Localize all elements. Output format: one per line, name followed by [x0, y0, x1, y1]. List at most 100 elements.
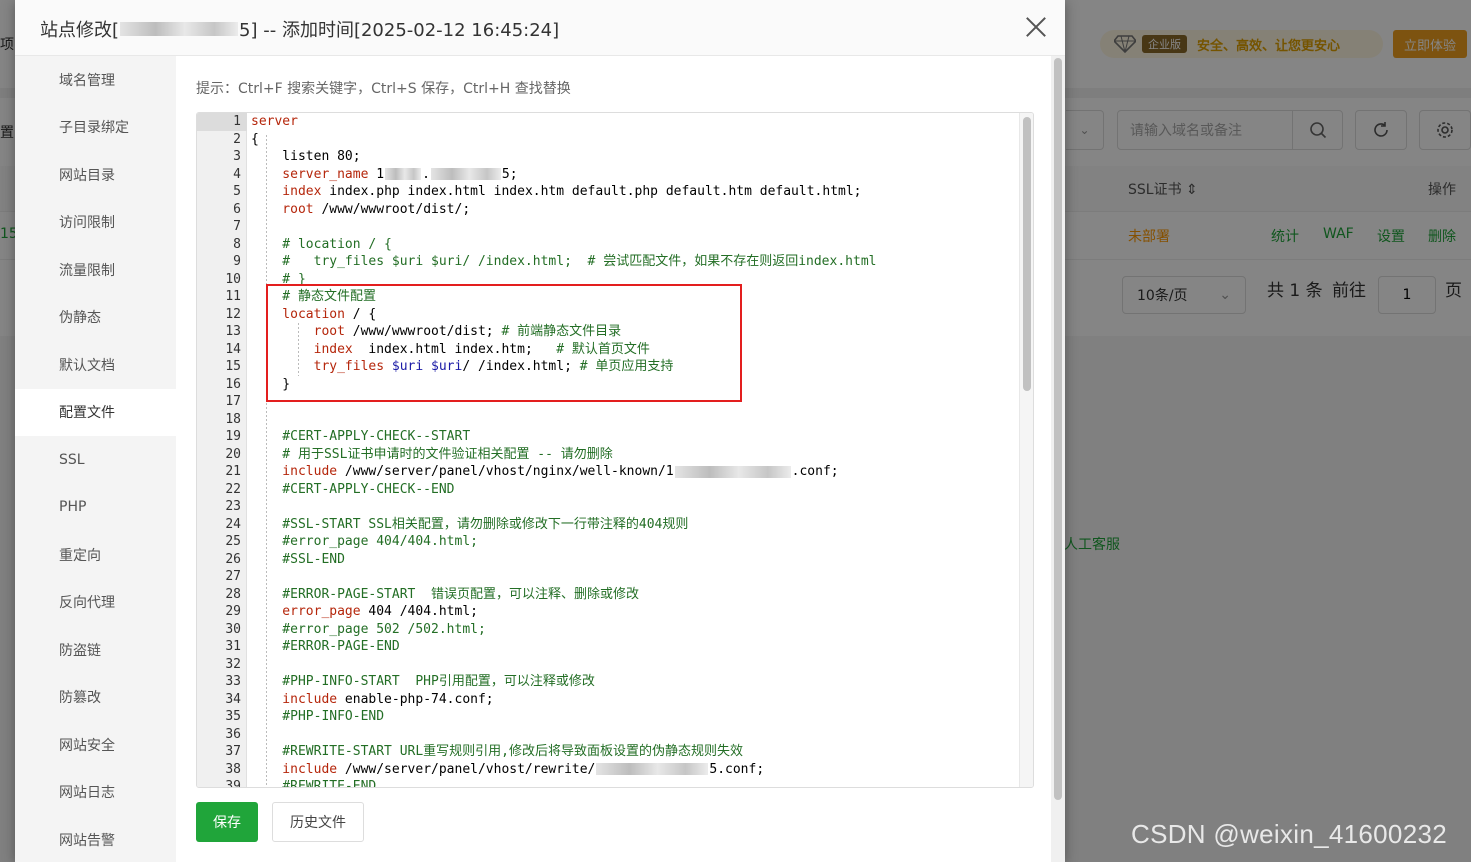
- code-token: 5;: [501, 166, 518, 182]
- code-line: include enable-php-74.conf;: [251, 691, 494, 709]
- save-button[interactable]: 保存: [196, 802, 258, 842]
- line-number: 6: [233, 201, 241, 217]
- code-token: $uri $uri: [391, 359, 463, 374]
- sidebar-item[interactable]: 防盗链: [15, 626, 176, 673]
- code-token: root: [251, 201, 322, 217]
- line-number: 10: [225, 271, 241, 287]
- line-number: 31: [225, 639, 241, 654]
- watermark: CSDN @weixin_41600232: [1131, 819, 1447, 849]
- line-number: 22: [225, 481, 241, 497]
- code-token: 1: [376, 166, 385, 182]
- code-token: / {: [352, 306, 377, 322]
- indent-guide: [298, 323, 299, 376]
- line-number: 4: [233, 166, 241, 182]
- code-token: # }: [251, 271, 306, 287]
- code-editor[interactable]: 1 2 3 4 5 6 7 8 9 10 11 12 13 14 15 16 17 18 19 20 21 22 23 24 2…: [196, 112, 1034, 788]
- line-number: 1: [233, 114, 241, 129]
- sidebar-item[interactable]: 流量限制: [15, 246, 176, 293]
- line-number: 12: [225, 306, 241, 322]
- redacted-text: [596, 763, 709, 775]
- line-number: 11: [225, 289, 241, 304]
- code-line: #ERROR-PAGE-START 错误页配置，可以注释、删除或修改: [251, 586, 639, 604]
- code-line: location / {: [251, 306, 376, 324]
- code-token: 5.conf;: [709, 761, 765, 777]
- code-line: error_page 404 /404.html;: [251, 603, 478, 621]
- code-token: error_page: [251, 604, 369, 619]
- line-number: 16: [225, 376, 241, 392]
- line-number: 29: [225, 604, 241, 619]
- code-line: #REWRITE-END: [251, 778, 376, 787]
- code-line: #CERT-APPLY-CHECK--END: [251, 481, 454, 499]
- history-file-button[interactable]: 历史文件: [272, 802, 364, 842]
- line-number: 5: [233, 184, 241, 199]
- sidebar-item[interactable]: 域名管理: [15, 56, 176, 103]
- modal-header: 站点修改[5] -- 添加时间[2025-02-12 16:45:24]: [15, 0, 1065, 56]
- sidebar-item[interactable]: 访问限制: [15, 199, 176, 246]
- code-line: root /www/wwwroot/dist; # 前端静态文件目录: [251, 323, 622, 341]
- sidebar-item[interactable]: 重定向: [15, 531, 176, 578]
- code-token: index: [251, 184, 330, 199]
- code-token: /www/server/panel/vhost/rewrite/: [344, 761, 596, 777]
- editor-scroll-thumb[interactable]: [1023, 117, 1031, 391]
- redacted-domain: [120, 22, 239, 36]
- line-number: 15: [225, 359, 241, 374]
- line-number: 21: [225, 464, 241, 479]
- line-number: 14: [225, 341, 241, 357]
- sidebar-item[interactable]: 网站日志: [15, 769, 176, 816]
- sidebar-item[interactable]: 网站安全: [15, 721, 176, 768]
- sidebar-item[interactable]: 子目录绑定: [15, 104, 176, 151]
- code-line: include /www/server/panel/vhost/nginx/we…: [251, 463, 838, 481]
- modal-scroll-thumb[interactable]: [1054, 58, 1062, 800]
- indent-guide: [266, 134, 267, 787]
- code-token: enable-php-74.conf;: [344, 691, 494, 707]
- code-token: index: [251, 341, 369, 357]
- line-number: 34: [225, 691, 241, 707]
- title-prefix: 站点修改[: [40, 20, 120, 41]
- code-token: try_files: [251, 359, 392, 374]
- sidebar-item[interactable]: 反向代理: [15, 579, 176, 626]
- line-number: 39: [225, 779, 241, 788]
- code-token: #PHP-INFO-START PHP引用配置，可以注释或修改: [251, 674, 595, 689]
- code-line: #PHP-INFO-END: [251, 708, 384, 726]
- sidebar-item[interactable]: 网站目录: [15, 151, 176, 198]
- code-line: # location / {: [251, 236, 392, 254]
- line-number: 9: [233, 254, 241, 269]
- code-line: #SSL-START SSL相关配置，请勿删除或修改下一行带注释的404规则: [251, 516, 688, 534]
- sidebar-item[interactable]: 配置文件: [15, 388, 177, 436]
- line-number: 30: [225, 621, 241, 637]
- line-number: 24: [225, 516, 241, 532]
- redacted-text: [674, 465, 791, 478]
- close-icon[interactable]: [1021, 12, 1051, 42]
- editor-scrollbar[interactable]: [1019, 113, 1033, 787]
- code-token: / /index.html;: [462, 359, 580, 374]
- line-number: 35: [225, 709, 241, 724]
- sidebar-item[interactable]: PHP: [15, 484, 176, 531]
- sidebar-item[interactable]: 默认文档: [15, 341, 176, 388]
- code-line: server: [251, 113, 298, 131]
- line-number: 17: [225, 394, 241, 409]
- code-line: #CERT-APPLY-CHECK--START: [251, 428, 470, 446]
- code-token: # 默认首页文件: [556, 341, 650, 357]
- sidebar-item[interactable]: 伪静态: [15, 294, 176, 341]
- site-edit-modal: 站点修改[5] -- 添加时间[2025-02-12 16:45:24] 域名管…: [15, 0, 1065, 862]
- redacted-text: [430, 168, 501, 180]
- sidebar-item[interactable]: SSL: [15, 436, 176, 483]
- modal-scrollbar[interactable]: [1051, 56, 1065, 862]
- code-line: {: [251, 131, 259, 149]
- code-line: }: [251, 376, 290, 394]
- code-line: index index.html index.htm; # 默认首页文件: [251, 341, 650, 359]
- code-token: listen 80;: [251, 149, 361, 164]
- code-token: #ERROR-PAGE-START 错误页配置，可以注释、删除或修改: [251, 586, 640, 602]
- sidebar-item[interactable]: 防篡改: [15, 674, 176, 721]
- line-number: 13: [225, 324, 241, 339]
- code-token: /www/wwwroot/dist/;: [321, 201, 471, 217]
- code-token: # location / {: [251, 236, 392, 252]
- code-token: #REWRITE-START URL重写规则引用,修改后将导致面板设置的伪静态规…: [251, 744, 744, 759]
- line-number: 27: [225, 569, 241, 584]
- code-line: # 静态文件配置: [251, 288, 376, 306]
- sidebar-item[interactable]: 网站告警: [15, 816, 176, 862]
- line-number: 18: [225, 411, 241, 427]
- code-line: #error_page 502 /502.html;: [251, 621, 486, 639]
- code-line: server_name 1. 5;: [251, 166, 518, 184]
- code-area[interactable]: server { listen 80; server_name 1. 5; inde…: [251, 113, 1019, 787]
